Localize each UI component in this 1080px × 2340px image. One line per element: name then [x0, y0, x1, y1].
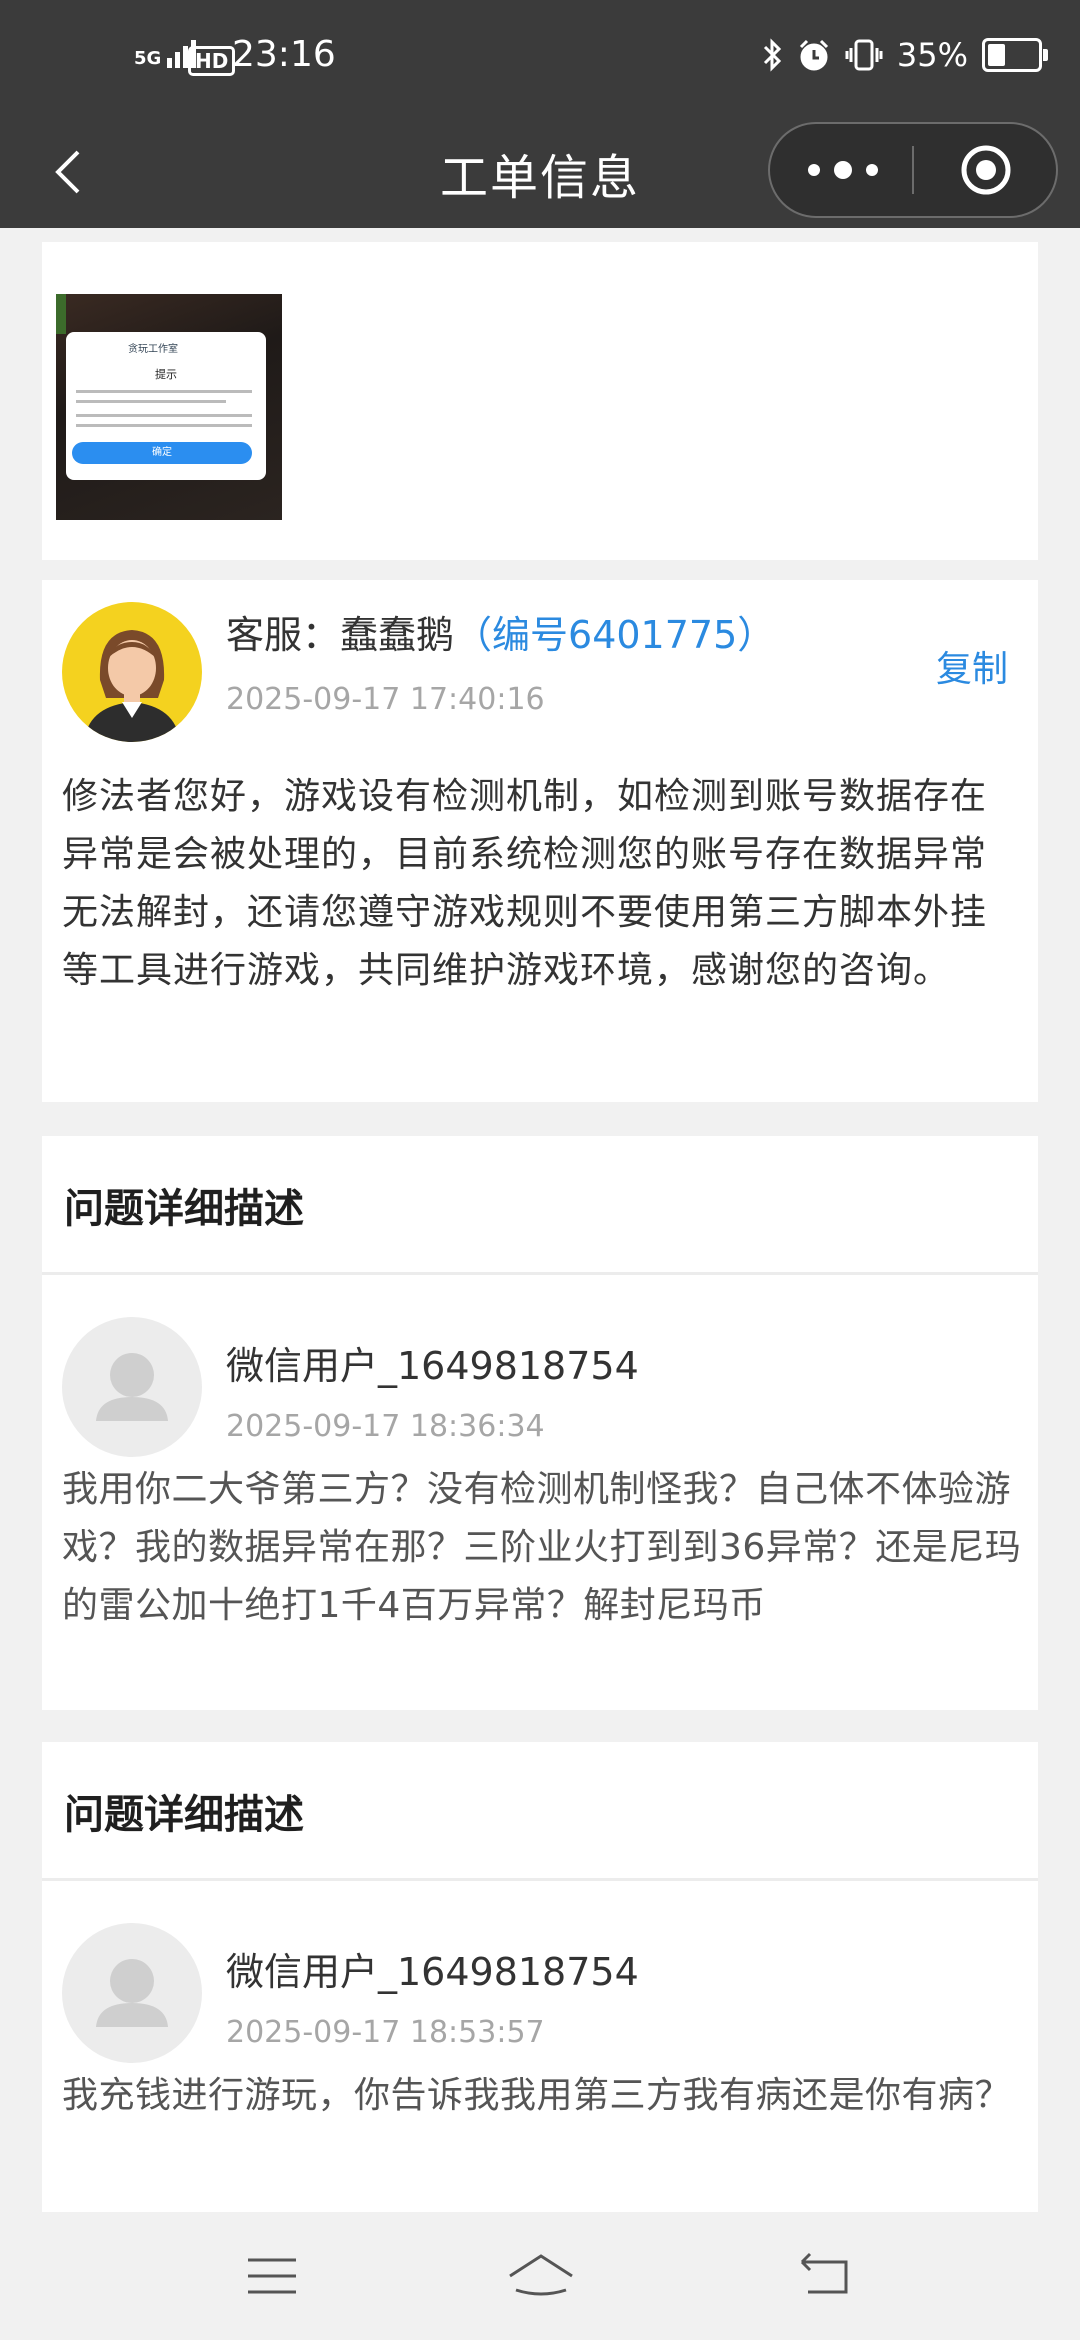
- alarm-icon: [799, 39, 828, 71]
- attachment-thumbnail[interactable]: 贪玩工作室 提示 确定: [56, 294, 282, 520]
- default-user-icon: [96, 1959, 168, 2027]
- hd-badge: HD: [188, 46, 236, 76]
- agent-avatar-icon: [84, 630, 180, 742]
- user-avatar: [62, 1923, 202, 2063]
- more-dots-icon[interactable]: [808, 156, 878, 184]
- copy-button[interactable]: 复制: [936, 640, 1008, 692]
- agent-name-line: 客服：蠢蠢鹅（编号6401775）: [226, 604, 775, 659]
- thumbnail-confirm-button: 确定: [72, 442, 252, 464]
- user-name: 微信用户_1649818754: [226, 1950, 639, 1994]
- agent-reply-card: 客服：蠢蠢鹅（编号6401775） 2025-09-17 17:40:16 复制…: [42, 580, 1038, 1102]
- user-message-card: 微信用户_1649818754 2025-09-17 18:36:34 我用你二…: [42, 1275, 1038, 1710]
- battery-fill: [988, 44, 1005, 66]
- capsule-divider: [912, 146, 914, 194]
- default-user-icon: [96, 1353, 168, 1421]
- clock: 23:16: [232, 34, 336, 75]
- agent-id: （编号6401775）: [454, 613, 776, 657]
- user-message-card: 微信用户_1649818754 2025-09-17 18:53:57 我充钱进…: [42, 1881, 1038, 2212]
- back-icon[interactable]: [794, 2246, 854, 2306]
- title-bar: 工单信息: [0, 120, 1080, 228]
- message-text: 我充钱进行游玩，你告诉我我用第三方我有病还是你有病？: [62, 2075, 1012, 2116]
- user-name: 微信用户_1649818754: [226, 1344, 639, 1388]
- battery-icon: [982, 38, 1048, 72]
- user-avatar: [62, 1317, 202, 1457]
- target-icon[interactable]: [960, 144, 1012, 196]
- section-title: 问题详细描述: [64, 1792, 304, 1838]
- message-text: 我用你二大爷第三方？没有检测机制怪我？自己体不体验游戏？我的数据异常在那？三阶业…: [62, 1469, 1022, 1626]
- menu-icon[interactable]: [242, 2246, 302, 2306]
- thumbnail-text-line: [76, 414, 252, 417]
- agent-name: 客服：蠢蠢鹅: [226, 613, 455, 657]
- section-title: 问题详细描述: [64, 1186, 304, 1232]
- home-icon[interactable]: [506, 2246, 576, 2306]
- agent-avatar: [62, 602, 202, 742]
- thumbnail-text-line: [76, 400, 226, 403]
- status-bar: 5G HD 23:16 35%: [0, 0, 1080, 120]
- thumbnail-dialog: 贪玩工作室 提示 确定: [66, 332, 266, 480]
- reply-text: 修法者您好，游戏设有检测机制，如检测到账号数据存在异常是会被处理的，目前系统检测…: [62, 776, 988, 991]
- status-right: 35%: [761, 36, 1048, 74]
- thumbnail-text-line: [76, 424, 252, 427]
- network-type: 5G: [134, 48, 162, 69]
- section-header: 问题详细描述: [42, 1136, 1038, 1275]
- signal-indicator: 5G: [134, 38, 197, 69]
- message-timestamp: 2025-09-17 18:53:57: [226, 2015, 545, 2050]
- battery-percent: 35%: [896, 36, 968, 74]
- thumbnail-edge: [56, 294, 66, 334]
- app-root: 5G HD 23:16 35% 工单信息 贪玩工作室 提示 确定 客服：蠢蠢鹅（…: [0, 0, 1080, 2340]
- ticket-content: 贪玩工作室 提示 确定 客服：蠢蠢鹅（编号6401775） 2025-09-17…: [0, 228, 1080, 2212]
- system-nav-bar: [0, 2212, 1080, 2340]
- vibrate-icon: [845, 39, 883, 71]
- message-timestamp: 2025-09-17 18:36:34: [226, 1409, 545, 1444]
- thumbnail-title: 提示: [155, 368, 177, 381]
- section-header: 问题详细描述: [42, 1742, 1038, 1881]
- bluetooth-icon: [763, 38, 781, 72]
- thumbnail-logo: 贪玩工作室: [128, 344, 178, 355]
- thumbnail-text-line: [76, 390, 252, 393]
- mini-program-capsule: [768, 122, 1058, 218]
- reply-timestamp: 2025-09-17 17:40:16: [226, 682, 545, 717]
- top-bar: 5G HD 23:16 35% 工单信息: [0, 0, 1080, 228]
- attachment-card: 贪玩工作室 提示 确定: [42, 242, 1038, 560]
